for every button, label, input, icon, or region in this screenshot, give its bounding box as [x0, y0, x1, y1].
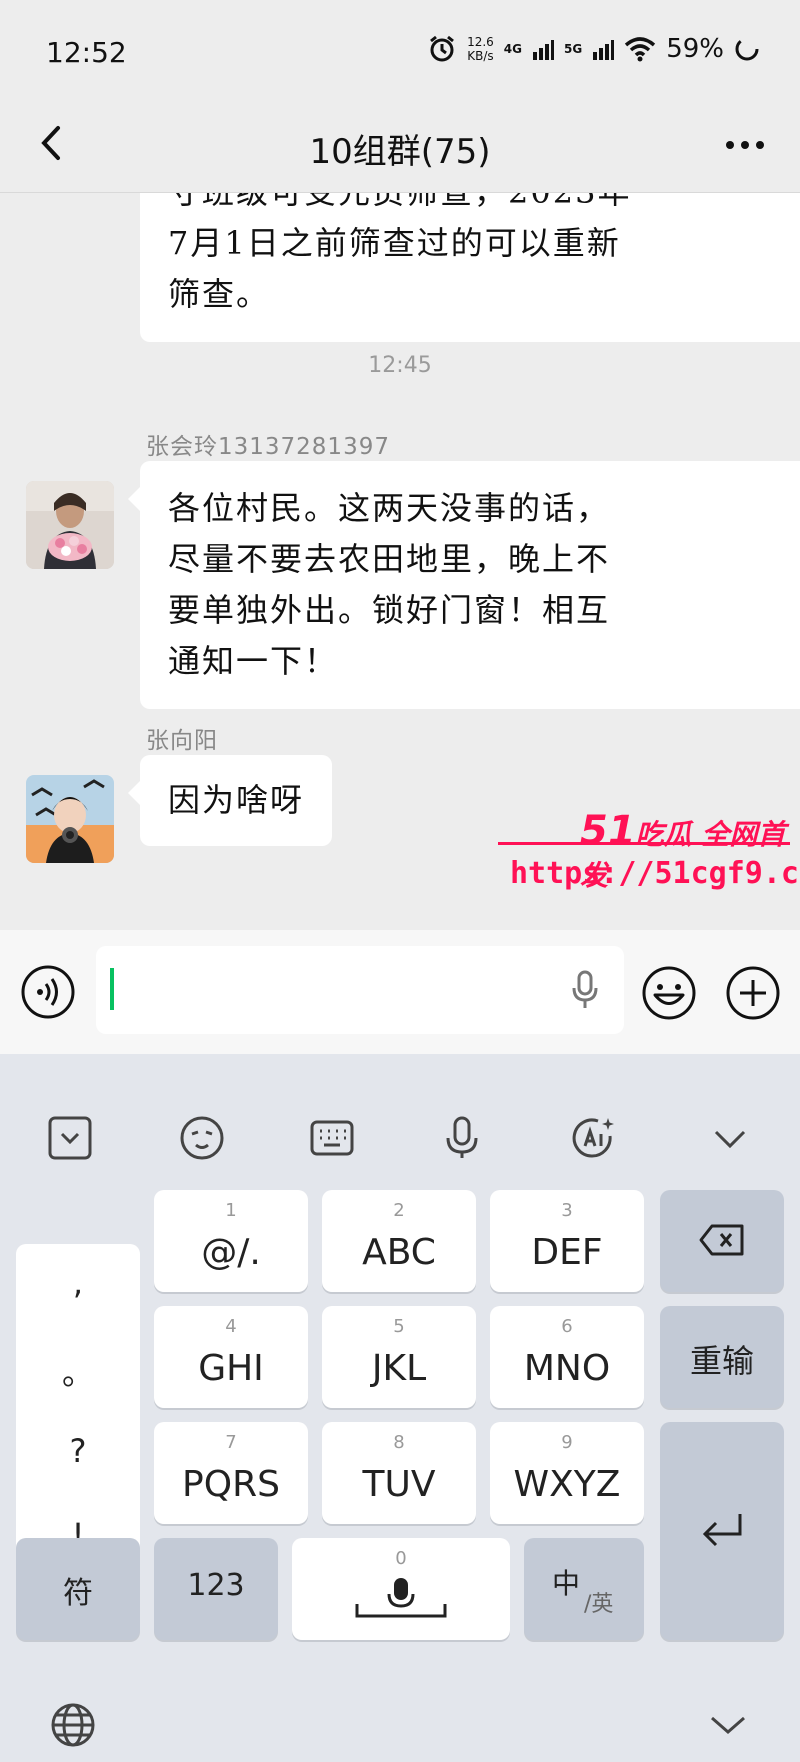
network-speed: 12.6 KB/s	[467, 35, 494, 63]
space-key[interactable]: 0	[292, 1538, 510, 1640]
punct-key[interactable]: ,	[16, 1264, 140, 1302]
punct-key[interactable]: 。	[16, 1348, 140, 1394]
key-3[interactable]: 3 DEF	[490, 1190, 644, 1292]
globe-icon[interactable]	[48, 1700, 98, 1750]
watermark-url: https://51cgf9.com	[510, 856, 800, 891]
reinput-key[interactable]: 重输	[660, 1306, 784, 1408]
ai-icon[interactable]	[570, 1114, 618, 1162]
alarm-icon	[430, 35, 455, 62]
sender-name: 张向阳	[146, 728, 218, 754]
message-bubble[interactable]: 各位村民。这两天没事的话， 尽量不要去农田地里，晚上不 要单独外出。锁好门窗！相…	[128, 461, 800, 709]
message-input[interactable]	[96, 946, 624, 1034]
numeric-key[interactable]: 123	[154, 1538, 278, 1640]
keyboard-icon[interactable]	[308, 1114, 356, 1162]
emoticon-icon[interactable]	[178, 1114, 226, 1162]
plus-icon[interactable]	[724, 964, 782, 1022]
message-text-line: 通知一下！	[168, 642, 339, 680]
punctuation-key-column[interactable]: , 。 ? !	[16, 1244, 140, 1584]
watermark-underline	[498, 842, 790, 845]
sender-name: 张会玲13137281397	[146, 434, 390, 460]
message-text-line: 各位村民。这两天没事的话，	[168, 489, 611, 527]
key-6[interactable]: 6 MNO	[490, 1306, 644, 1408]
collapse-keyboard-icon[interactable]	[706, 1710, 750, 1740]
message-text-line: 因为啥呀	[168, 781, 305, 819]
key-9[interactable]: 9 WXYZ	[490, 1422, 644, 1524]
enter-key[interactable]	[660, 1422, 784, 1640]
message-timestamp: 12:45	[368, 353, 432, 378]
status-time: 12:52	[46, 36, 127, 69]
key-4[interactable]: 4 GHI	[154, 1306, 308, 1408]
signal-icon	[533, 40, 554, 60]
message-text-line: 7月1日之前筛查过的可以重新	[168, 224, 621, 262]
status-icons: 12.6 KB/s 4G 5G 59%	[427, 34, 760, 64]
chat-title: 10组群(75)	[309, 132, 491, 172]
keyboard: , 。 ? ! 1 @/. 2 ABC 3 DEF 4 GHI 5 JKL 6 MNO 重输…	[0, 1054, 800, 1762]
message-text-line: 尽量不要去农田地里，晚上不	[168, 540, 611, 578]
backspace-key[interactable]	[660, 1190, 784, 1292]
keyboard-menu-icon[interactable]	[46, 1114, 94, 1162]
chevron-down-icon[interactable]	[706, 1114, 754, 1162]
avatar[interactable]	[26, 775, 114, 863]
key-8[interactable]: 8 TUV	[322, 1422, 476, 1524]
backspace-icon	[699, 1224, 744, 1256]
network-5g-label: 5G	[564, 42, 583, 56]
battery-percent: 59%	[666, 34, 724, 64]
message-text-line: 寸班级可受元员筛查，2023年	[168, 193, 800, 218]
voice-typing-icon[interactable]	[438, 1114, 486, 1162]
message-text-line: 筛查。	[168, 275, 271, 313]
language-switch-key[interactable]: 中 /英	[524, 1538, 644, 1640]
chat-header: 10组群(75)	[0, 100, 800, 193]
message-bubble[interactable]: 寸班级可受元员筛查，2023年 7月1日之前筛查过的可以重新 筛查。	[140, 193, 800, 342]
space-mic-icon	[355, 1578, 447, 1618]
punct-key[interactable]: ?	[16, 1432, 140, 1470]
avatar-photo	[26, 775, 114, 863]
enter-icon	[702, 1514, 742, 1547]
message-bubble[interactable]: 因为啥呀	[127, 755, 333, 846]
key-2[interactable]: 2 ABC	[322, 1190, 476, 1292]
battery-icon	[735, 37, 759, 61]
symbol-key[interactable]: 符	[16, 1538, 140, 1640]
key-1[interactable]: 1 @/.	[154, 1190, 308, 1292]
avatar-photo	[26, 481, 114, 569]
key-5[interactable]: 5 JKL	[322, 1306, 476, 1408]
voice-input-toggle-icon[interactable]	[20, 964, 76, 1020]
more-options-icon[interactable]	[720, 130, 770, 160]
message-text-line: 要单独外出。锁好门窗！相互	[168, 591, 611, 629]
network-4g-label: 4G	[503, 42, 522, 56]
status-bar: 12:52 12.6 KB/s 4G 5G 59%	[0, 0, 800, 100]
avatar[interactable]	[26, 481, 114, 569]
text-caret	[110, 968, 114, 1010]
wifi-icon	[625, 37, 656, 62]
key-7[interactable]: 7 PQRS	[154, 1422, 308, 1524]
microphone-icon[interactable]	[570, 970, 600, 1010]
emoji-icon[interactable]	[640, 964, 698, 1022]
signal-icon	[593, 40, 615, 60]
